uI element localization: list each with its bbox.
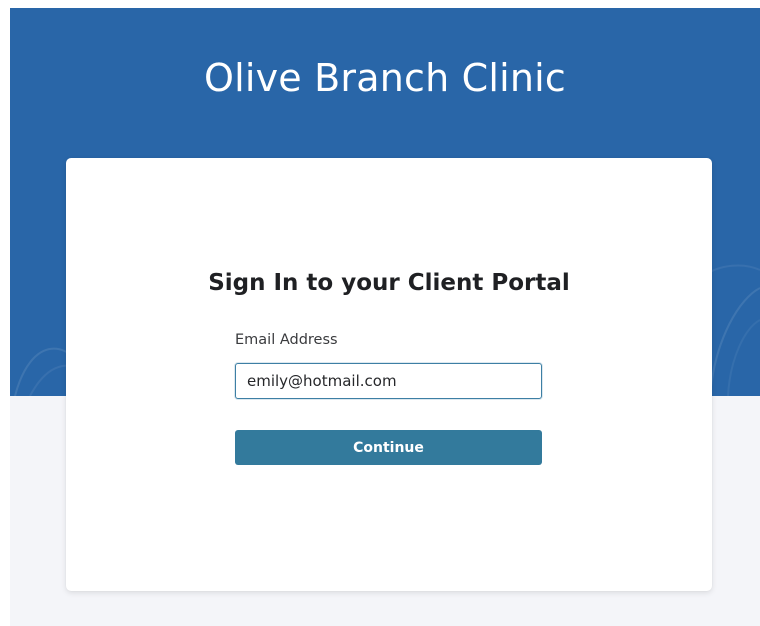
clinic-name-heading: Olive Branch Clinic <box>203 56 567 100</box>
signin-card: Sign In to your Client Portal Email Addr… <box>66 158 712 591</box>
email-input[interactable] <box>235 363 542 399</box>
page: Olive Branch Clinic Sign In to your Clie… <box>0 0 760 626</box>
continue-button[interactable]: Continue <box>235 430 542 465</box>
signin-title: Sign In to your Client Portal <box>208 270 570 296</box>
email-label: Email Address <box>235 332 338 348</box>
